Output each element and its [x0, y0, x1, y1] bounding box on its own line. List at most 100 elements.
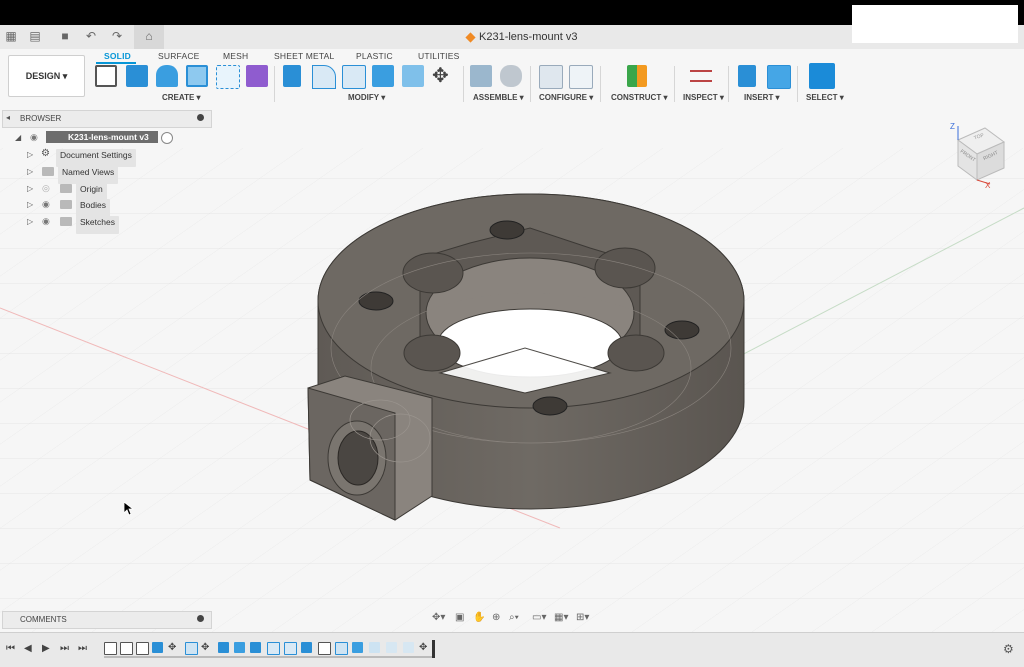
- timeline-feature-suppressed[interactable]: [386, 642, 397, 653]
- joint-icon[interactable]: [500, 65, 522, 87]
- collapse-icon[interactable]: ◂: [6, 113, 10, 122]
- activate-radio[interactable]: [161, 132, 173, 144]
- viewport-canvas[interactable]: [0, 108, 1024, 632]
- viewport-scene[interactable]: [0, 108, 1024, 632]
- create-form-icon[interactable]: [246, 65, 268, 87]
- expand-icon[interactable]: ▷: [27, 184, 33, 193]
- file-icon[interactable]: ▤: [28, 29, 42, 43]
- zoom-icon[interactable]: ⊕: [492, 612, 500, 623]
- group-modify[interactable]: MODIFY ▾: [348, 93, 385, 102]
- timeline-feature-suppressed[interactable]: [369, 642, 380, 653]
- group-select[interactable]: SELECT ▾: [806, 93, 844, 102]
- tab-sheet-metal[interactable]: SHEET METAL: [274, 51, 334, 61]
- combine-icon[interactable]: [372, 65, 394, 87]
- eye-icon[interactable]: ◉: [42, 199, 50, 210]
- timeline-feature-extrude[interactable]: [250, 642, 261, 653]
- expand-icon[interactable]: ▷: [27, 217, 33, 226]
- chamfer-icon[interactable]: [342, 65, 366, 89]
- gear-icon[interactable]: ⚙: [1003, 642, 1014, 656]
- go-to-start-icon[interactable]: ⏮: [6, 643, 15, 654]
- orbit-icon[interactable]: ✥▾: [432, 612, 445, 623]
- eye-hidden-icon[interactable]: ◎: [42, 183, 50, 194]
- shell-icon[interactable]: [402, 65, 424, 87]
- group-inspect[interactable]: INSPECT ▾: [683, 93, 724, 102]
- eye-icon[interactable]: ◉: [30, 132, 38, 143]
- eye-icon[interactable]: ◉: [42, 216, 50, 227]
- hole-icon[interactable]: [186, 65, 208, 87]
- timeline-feature-hole[interactable]: [335, 642, 348, 655]
- group-configure[interactable]: CONFIGURE ▾: [539, 93, 593, 102]
- fit-icon[interactable]: ⌕▾: [509, 612, 519, 623]
- expand-root-icon[interactable]: ◢: [15, 133, 21, 142]
- revolve-icon[interactable]: [156, 65, 178, 87]
- browser-item-named-views[interactable]: Named Views: [58, 166, 119, 184]
- viewports-icon[interactable]: ⊞▾: [576, 612, 589, 623]
- expand-icon[interactable]: ▷: [27, 167, 33, 176]
- go-to-end-icon[interactable]: ⏭: [78, 643, 87, 654]
- insert-derive-icon[interactable]: [738, 65, 756, 87]
- fillet-icon[interactable]: [312, 65, 336, 89]
- timeline-track[interactable]: [104, 656, 434, 658]
- timeline-feature-suppressed[interactable]: [403, 642, 414, 653]
- save-icon[interactable]: ■: [58, 29, 72, 43]
- timeline-feature-move[interactable]: ✥: [168, 642, 179, 653]
- tab-utilities[interactable]: UTILITIES: [418, 51, 459, 61]
- timeline-feature-fillet[interactable]: [267, 642, 280, 655]
- timeline-feature-extrude[interactable]: [152, 642, 163, 653]
- group-construct[interactable]: CONSTRUCT ▾: [611, 93, 667, 102]
- redo-icon[interactable]: ↷: [110, 29, 124, 43]
- lens-mount-body[interactable]: [307, 193, 745, 521]
- press-pull-icon[interactable]: [283, 65, 301, 87]
- create-sketch-icon[interactable]: [95, 65, 117, 87]
- workspace-switcher-button[interactable]: DESIGN ▾: [8, 55, 85, 97]
- browser-root-item[interactable]: K231-lens-mount v3: [46, 131, 158, 143]
- group-create[interactable]: CREATE ▾: [162, 93, 201, 102]
- configure-table-icon[interactable]: [569, 65, 593, 89]
- undo-icon[interactable]: ↶: [84, 29, 98, 43]
- timeline-feature-sketch[interactable]: [120, 642, 133, 655]
- timeline-feature-sketch[interactable]: [136, 642, 149, 655]
- look-at-icon[interactable]: ▣: [455, 612, 464, 623]
- comments-minimize-icon[interactable]: [197, 615, 204, 622]
- extrude-icon[interactable]: [126, 65, 148, 87]
- timeline-feature-hole[interactable]: [185, 642, 198, 655]
- browser-item-document-settings[interactable]: Document Settings: [56, 149, 136, 167]
- timeline-feature-extrude[interactable]: [301, 642, 312, 653]
- move-icon[interactable]: ✥: [432, 63, 449, 88]
- step-back-icon[interactable]: ◀: [24, 643, 32, 654]
- browser-item-bodies[interactable]: Bodies: [76, 199, 110, 217]
- tab-solid[interactable]: SOLID: [104, 51, 131, 61]
- group-assemble[interactable]: ASSEMBLE ▾: [473, 93, 524, 102]
- browser-item-sketches[interactable]: Sketches: [76, 216, 119, 234]
- pan-icon[interactable]: ✋: [473, 612, 485, 623]
- timeline-feature-extrude[interactable]: [234, 642, 245, 653]
- new-component-icon[interactable]: [470, 65, 492, 87]
- insert-canvas-icon[interactable]: [767, 65, 791, 89]
- select-icon[interactable]: [809, 63, 835, 89]
- home-icon[interactable]: ⌂: [142, 29, 156, 43]
- step-forward-icon[interactable]: ⏭: [60, 643, 69, 654]
- timeline-feature-extrude[interactable]: [352, 642, 363, 653]
- tab-plastic[interactable]: PLASTIC: [356, 51, 393, 61]
- display-settings-icon[interactable]: ▭▾: [532, 612, 546, 623]
- timeline-feature-move[interactable]: ✥: [201, 642, 212, 653]
- timeline-marker[interactable]: [432, 640, 435, 658]
- timeline-feature-move[interactable]: ✥: [419, 642, 430, 653]
- expand-icon[interactable]: ▷: [27, 200, 33, 209]
- play-icon[interactable]: ▶: [42, 643, 50, 654]
- expand-icon[interactable]: ▷: [27, 150, 33, 159]
- configure-icon[interactable]: [539, 65, 563, 89]
- timeline-feature-fillet[interactable]: [284, 642, 297, 655]
- grid-settings-icon[interactable]: ▦▾: [554, 612, 568, 623]
- offset-plane-icon[interactable]: [627, 65, 647, 87]
- pattern-icon[interactable]: [216, 65, 240, 89]
- timeline-feature-sketch[interactable]: [104, 642, 117, 655]
- measure-icon[interactable]: [690, 70, 712, 82]
- tab-mesh[interactable]: MESH: [223, 51, 248, 61]
- group-insert[interactable]: INSERT ▾: [744, 93, 780, 102]
- app-grid-icon[interactable]: ▦: [4, 29, 18, 43]
- browser-minimize-icon[interactable]: [197, 114, 204, 121]
- timeline-feature-extrude[interactable]: [218, 642, 229, 653]
- timeline-feature-sketch[interactable]: [318, 642, 331, 655]
- tab-surface[interactable]: SURFACE: [158, 51, 200, 61]
